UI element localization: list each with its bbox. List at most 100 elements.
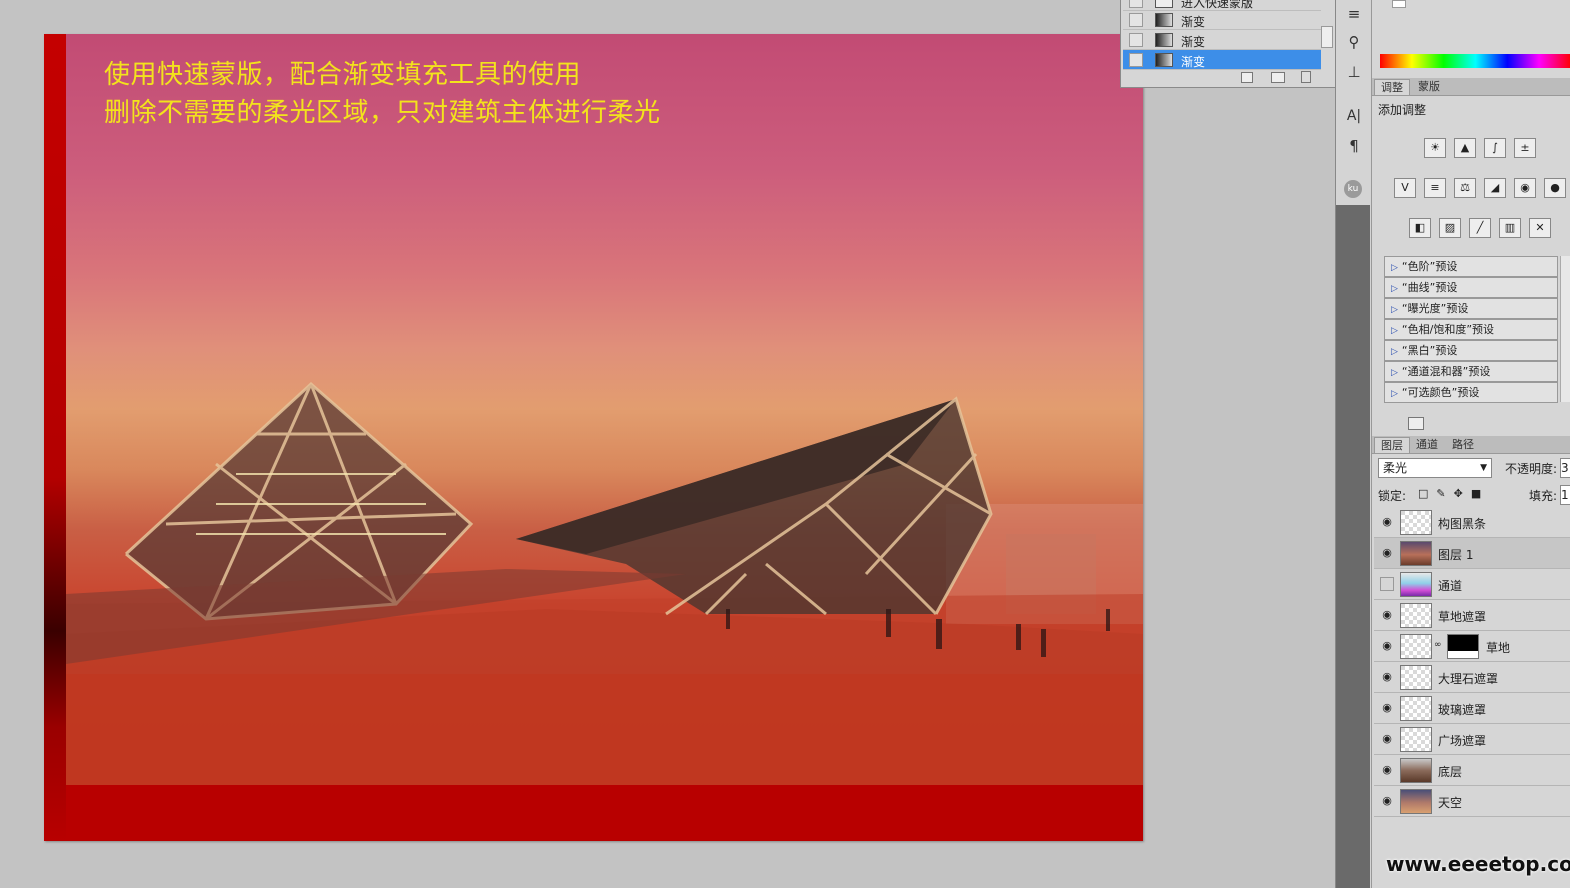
paragraph-icon[interactable]: ¶	[1344, 136, 1364, 156]
levels-icon[interactable]: ▲	[1454, 138, 1476, 158]
channel-mixer-icon[interactable]: ●	[1544, 178, 1566, 198]
brush-settings-icon[interactable]: ≡	[1344, 4, 1364, 24]
selective-color-icon[interactable]: ✕	[1529, 218, 1551, 238]
fill-label: 填充:	[1529, 489, 1558, 503]
preset-hue-saturation[interactable]: ▷ “色相/饱和度”预设	[1384, 319, 1558, 340]
tab-layers[interactable]: 图层	[1374, 437, 1410, 453]
building-illustration	[66, 381, 1143, 785]
vibrance-icon[interactable]: V	[1394, 178, 1416, 198]
eye-icon[interactable]: ◉	[1380, 515, 1394, 529]
history-item[interactable]: 渐变	[1123, 10, 1321, 30]
history-checkbox[interactable]	[1129, 13, 1143, 27]
eye-icon[interactable]: ◉	[1380, 732, 1394, 746]
eye-icon[interactable]: ◉	[1380, 608, 1394, 622]
preset-curves[interactable]: ▷ “曲线”预设	[1384, 277, 1558, 298]
layer-mask-thumbnail[interactable]	[1447, 634, 1479, 659]
clip-layer-icon[interactable]	[1408, 417, 1424, 430]
eye-hidden-icon[interactable]	[1380, 577, 1394, 591]
curves-icon[interactable]: ∫	[1484, 138, 1506, 158]
eye-icon[interactable]: ◉	[1380, 763, 1394, 777]
stamp-icon[interactable]: ⊥	[1344, 62, 1364, 82]
snapshot-icon[interactable]	[1271, 72, 1285, 83]
history-item-label: 渐变	[1181, 35, 1206, 49]
layer-name: 构图黑条	[1438, 517, 1487, 531]
color-swatch[interactable]	[1392, 0, 1406, 8]
layer-thumbnail	[1400, 727, 1432, 752]
layer-row[interactable]: ◉ 底层	[1374, 755, 1570, 786]
expand-icon: ▷	[1391, 368, 1398, 378]
left-black-bar	[44, 34, 66, 841]
blend-mode-select[interactable]: 柔光 ▼	[1378, 458, 1492, 478]
layer-row[interactable]: ◉ 玻璃遮罩	[1374, 693, 1570, 724]
layer-thumbnail	[1400, 758, 1432, 783]
hue-saturation-icon[interactable]: ≡	[1424, 178, 1446, 198]
document-canvas[interactable]: 使用快速蒙版，配合渐变填充工具的使用 删除不需要的柔光区域，只对建筑主体进行柔光	[44, 34, 1143, 841]
preset-black-white[interactable]: ▷ “黑白”预设	[1384, 340, 1558, 361]
exposure-icon[interactable]: ±	[1514, 138, 1536, 158]
fill-input[interactable]: 1	[1560, 485, 1570, 505]
tutorial-caption: 使用快速蒙版，配合渐变填充工具的使用 删除不需要的柔光区域，只对建筑主体进行柔光	[104, 56, 661, 132]
preset-channel-mixer[interactable]: ▷ “通道混和器”预设	[1384, 361, 1558, 382]
new-document-icon[interactable]	[1241, 72, 1253, 83]
photo-filter-icon[interactable]: ◉	[1514, 178, 1536, 198]
layer-name: 天空	[1438, 796, 1463, 810]
invert-icon[interactable]: ◧	[1409, 218, 1431, 238]
layer-thumbnail	[1400, 541, 1432, 566]
preset-label: “通道混和器”预设	[1401, 365, 1491, 378]
history-checkbox[interactable]	[1129, 0, 1143, 8]
lock-label: 锁定:	[1378, 489, 1407, 503]
layer-row[interactable]: ◉ 草地遮罩	[1374, 600, 1570, 631]
layer-row[interactable]: ◉ ∞ 草地	[1374, 631, 1570, 662]
layer-row[interactable]: ◉ 构图黑条	[1374, 507, 1570, 538]
preset-selective-color[interactable]: ▷ “可选颜色”预设	[1384, 382, 1558, 403]
layer-row[interactable]: ◉ 广场遮罩	[1374, 724, 1570, 755]
preset-label: “色相/饱和度”预设	[1401, 323, 1495, 336]
history-checkbox[interactable]	[1129, 33, 1143, 47]
character-icon[interactable]: A|	[1344, 106, 1364, 126]
color-ramp[interactable]	[1380, 54, 1570, 68]
history-item[interactable]: 渐变	[1123, 30, 1321, 50]
eye-icon[interactable]: ◉	[1380, 701, 1394, 715]
clone-source-icon[interactable]: ⚲	[1344, 32, 1364, 52]
history-item-selected[interactable]: 渐变	[1123, 50, 1321, 70]
eye-icon[interactable]: ◉	[1380, 794, 1394, 808]
posterize-icon[interactable]: ▨	[1439, 218, 1461, 238]
opacity-label: 不透明度:	[1505, 462, 1558, 476]
panel-dock-gap	[1336, 205, 1370, 888]
eye-icon[interactable]: ◉	[1380, 670, 1394, 684]
preset-exposure[interactable]: ▷ “曝光度”预设	[1384, 298, 1558, 319]
layer-row-selected[interactable]: ◉ 图层 1	[1374, 538, 1570, 569]
expand-icon: ▷	[1391, 284, 1398, 294]
eye-icon[interactable]: ◉	[1380, 546, 1394, 560]
layer-row[interactable]: ◉ 大理石遮罩	[1374, 662, 1570, 693]
color-balance-icon[interactable]: ⚖	[1454, 178, 1476, 198]
layer-name: 底层	[1438, 765, 1463, 779]
caption-line-1: 使用快速蒙版，配合渐变填充工具的使用	[104, 60, 582, 90]
brightness-icon[interactable]: ☀	[1424, 138, 1446, 158]
right-panel-dock: 调整 蒙版 添加调整 ☀ ▲ ∫ ± V ≡ ⚖ ◢ ◉ ● ◧ ▨ ╱ ▥ ✕…	[1371, 0, 1570, 888]
preset-label: “曝光度”预设	[1401, 302, 1469, 315]
layer-row[interactable]: ◉ 天空	[1374, 786, 1570, 817]
threshold-icon[interactable]: ╱	[1469, 218, 1491, 238]
gradient-map-icon[interactable]: ▥	[1499, 218, 1521, 238]
trash-icon[interactable]	[1301, 71, 1311, 83]
layer-name: 图层 1	[1438, 548, 1474, 562]
preset-label: “色阶”预设	[1401, 260, 1458, 273]
layer-thumbnail	[1400, 789, 1432, 814]
history-checkbox[interactable]	[1129, 53, 1143, 67]
kuler-icon[interactable]: ku	[1344, 180, 1362, 198]
layer-row[interactable]: 通道	[1374, 569, 1570, 600]
eye-icon[interactable]: ◉	[1380, 639, 1394, 653]
tab-paths[interactable]: 路径	[1446, 437, 1480, 452]
opacity-input[interactable]: 3	[1560, 458, 1570, 478]
black-white-icon[interactable]: ◢	[1484, 178, 1506, 198]
tab-adjustments[interactable]: 调整	[1374, 79, 1410, 95]
preset-levels[interactable]: ▷ “色阶”预设	[1384, 256, 1558, 277]
history-scrollbar[interactable]	[1321, 26, 1333, 48]
presets-scrollbar[interactable]	[1560, 256, 1570, 402]
layer-name: 大理石遮罩	[1438, 672, 1499, 686]
tab-channels[interactable]: 通道	[1410, 437, 1444, 452]
tab-masks[interactable]: 蒙版	[1412, 79, 1446, 94]
lock-icons[interactable]: □✎✥■	[1418, 487, 1489, 500]
chain-link-icon[interactable]: ∞	[1434, 640, 1442, 650]
